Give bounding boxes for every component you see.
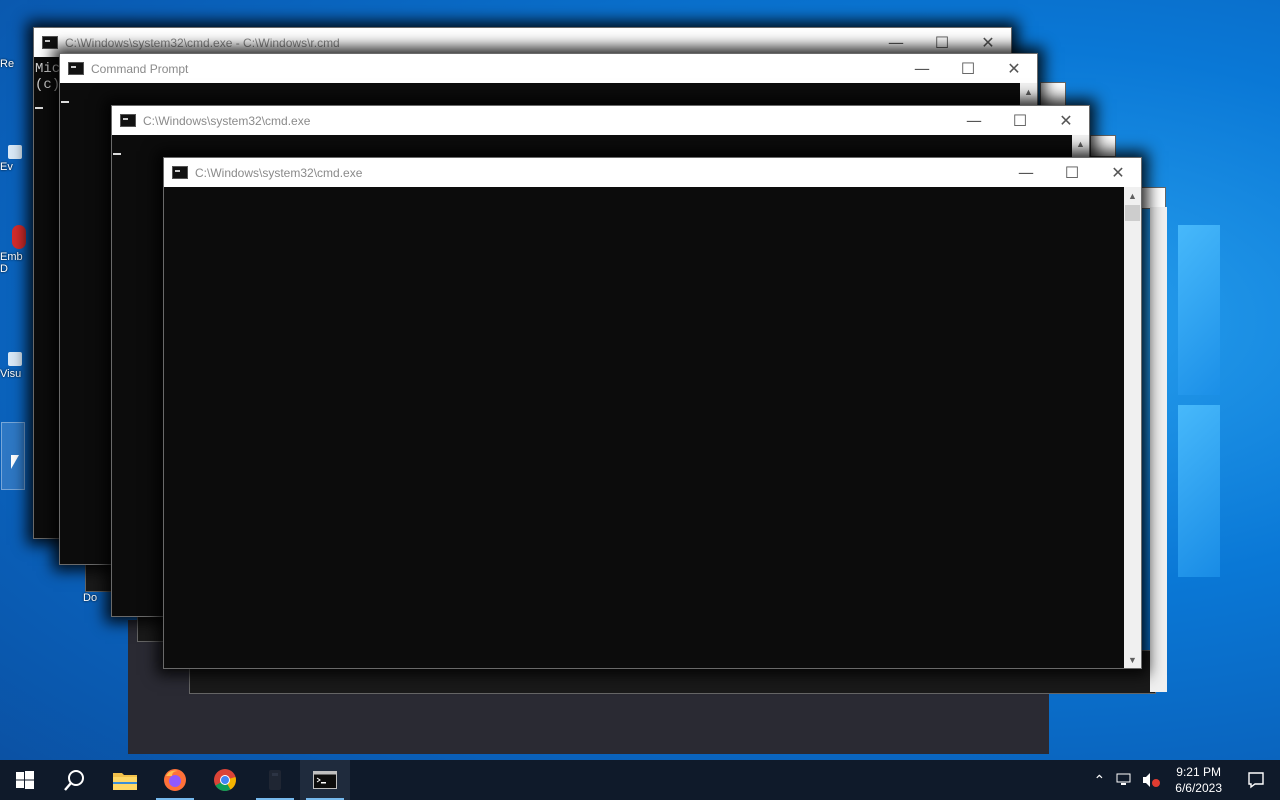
shortcut-icon	[8, 145, 22, 159]
maximize-button[interactable]: ☐	[1049, 158, 1095, 187]
scroll-down-arrow-icon[interactable]: ▼	[1124, 651, 1141, 668]
cmd-window-front[interactable]: C:\Windows\system32\cmd.exe — ☐ ✕ ▲ ▼	[163, 157, 1142, 669]
clock-time: 9:21 PM	[1176, 765, 1221, 779]
chrome-icon	[214, 769, 236, 791]
cmd-icon	[172, 166, 188, 179]
title-bar[interactable]: C:\Windows\system32\cmd.exe — ☐ ✕	[164, 158, 1141, 187]
mouse-cursor-icon	[11, 455, 19, 469]
windows-start-icon	[16, 771, 34, 789]
system-tray: ⌃ 9:21 PM 6/6/2023	[1088, 760, 1280, 800]
cmd-icon	[42, 36, 58, 49]
volume-muted-icon[interactable]	[1141, 772, 1161, 788]
vertical-scrollbar[interactable]: ▲ ▼	[1124, 187, 1141, 668]
ghost-window-edge	[1090, 135, 1116, 157]
shortcut-icon	[8, 352, 22, 366]
ghost-window-edge	[1140, 187, 1166, 209]
cmd-taskbar-button[interactable]	[300, 760, 350, 800]
network-icon[interactable]	[1115, 772, 1133, 788]
scroll-up-arrow-icon[interactable]: ▲	[1072, 135, 1089, 152]
text-cursor	[35, 107, 43, 109]
action-center-notification-icon[interactable]	[1232, 770, 1280, 790]
maximize-button[interactable]: ☐	[945, 54, 991, 83]
search-button[interactable]	[50, 760, 100, 800]
desktop-icon-label: Re	[0, 58, 15, 70]
file-explorer-icon	[113, 773, 137, 790]
app-icon	[269, 770, 281, 790]
desktop-icon-emb[interactable]: Emb D	[0, 225, 30, 275]
cmd-icon	[68, 62, 84, 75]
search-icon	[64, 770, 84, 791]
cmd-icon	[120, 114, 136, 127]
text-cursor	[113, 153, 121, 155]
minimize-button[interactable]: —	[951, 106, 997, 135]
desktop-icon-label: Visu	[0, 368, 22, 380]
text-cursor	[61, 101, 69, 103]
chrome-button[interactable]	[200, 760, 250, 800]
maximize-button[interactable]: ☐	[997, 106, 1043, 135]
shortcut-icon	[12, 225, 26, 249]
scroll-up-arrow-icon[interactable]: ▲	[1020, 83, 1037, 100]
desktop-icon-visual[interactable]: Visu	[0, 352, 30, 380]
window-title: C:\Windows\system32\cmd.exe	[143, 113, 311, 128]
scroll-up-arrow-icon[interactable]: ▲	[1124, 187, 1141, 204]
taskbar: ⌃ 9:21 PM 6/6/2023	[0, 760, 1280, 800]
ghost-scrollbar	[1150, 207, 1167, 692]
close-button[interactable]: ✕	[991, 54, 1037, 83]
start-button[interactable]	[0, 760, 50, 800]
ghost-window-edge	[1040, 82, 1066, 106]
wallpaper-logo-pane-top	[1178, 225, 1220, 395]
close-button[interactable]: ✕	[1095, 158, 1141, 187]
firefox-button[interactable]	[150, 760, 200, 800]
desktop-icon-label: Emb D	[0, 251, 23, 275]
console-output[interactable]	[164, 187, 1124, 668]
title-bar[interactable]: Command Prompt — ☐ ✕	[60, 54, 1037, 83]
desktop-icon-label: Ev	[0, 161, 13, 173]
window-title: C:\Windows\system32\cmd.exe	[195, 165, 363, 180]
file-explorer-button[interactable]	[100, 760, 150, 800]
window-title: C:\Windows\system32\cmd.exe - C:\Windows…	[65, 35, 340, 50]
window-title: Command Prompt	[91, 61, 189, 76]
minimize-button[interactable]: —	[899, 54, 945, 83]
wallpaper-logo-pane-bottom	[1178, 405, 1220, 577]
clock-date: 6/6/2023	[1175, 781, 1222, 795]
app-button[interactable]	[250, 760, 300, 800]
close-button[interactable]: ✕	[1043, 106, 1089, 135]
show-hidden-icons-chevron-up-icon[interactable]: ⌃	[1088, 772, 1112, 789]
scroll-thumb[interactable]	[1125, 205, 1140, 221]
clock[interactable]: 9:21 PM 6/6/2023	[1165, 764, 1232, 796]
desktop-icon-ev[interactable]: Ev	[0, 145, 30, 173]
title-bar[interactable]: C:\Windows\system32\cmd.exe — ☐ ✕	[112, 106, 1089, 135]
minimize-button[interactable]: —	[1003, 158, 1049, 187]
firefox-icon	[164, 769, 186, 791]
desktop-icon-label: Do	[83, 592, 98, 604]
desktop-icon-documents[interactable]: Do	[83, 590, 113, 604]
cmd-icon	[313, 771, 337, 789]
desktop-icon-recycle-bin[interactable]: Re	[0, 40, 30, 70]
